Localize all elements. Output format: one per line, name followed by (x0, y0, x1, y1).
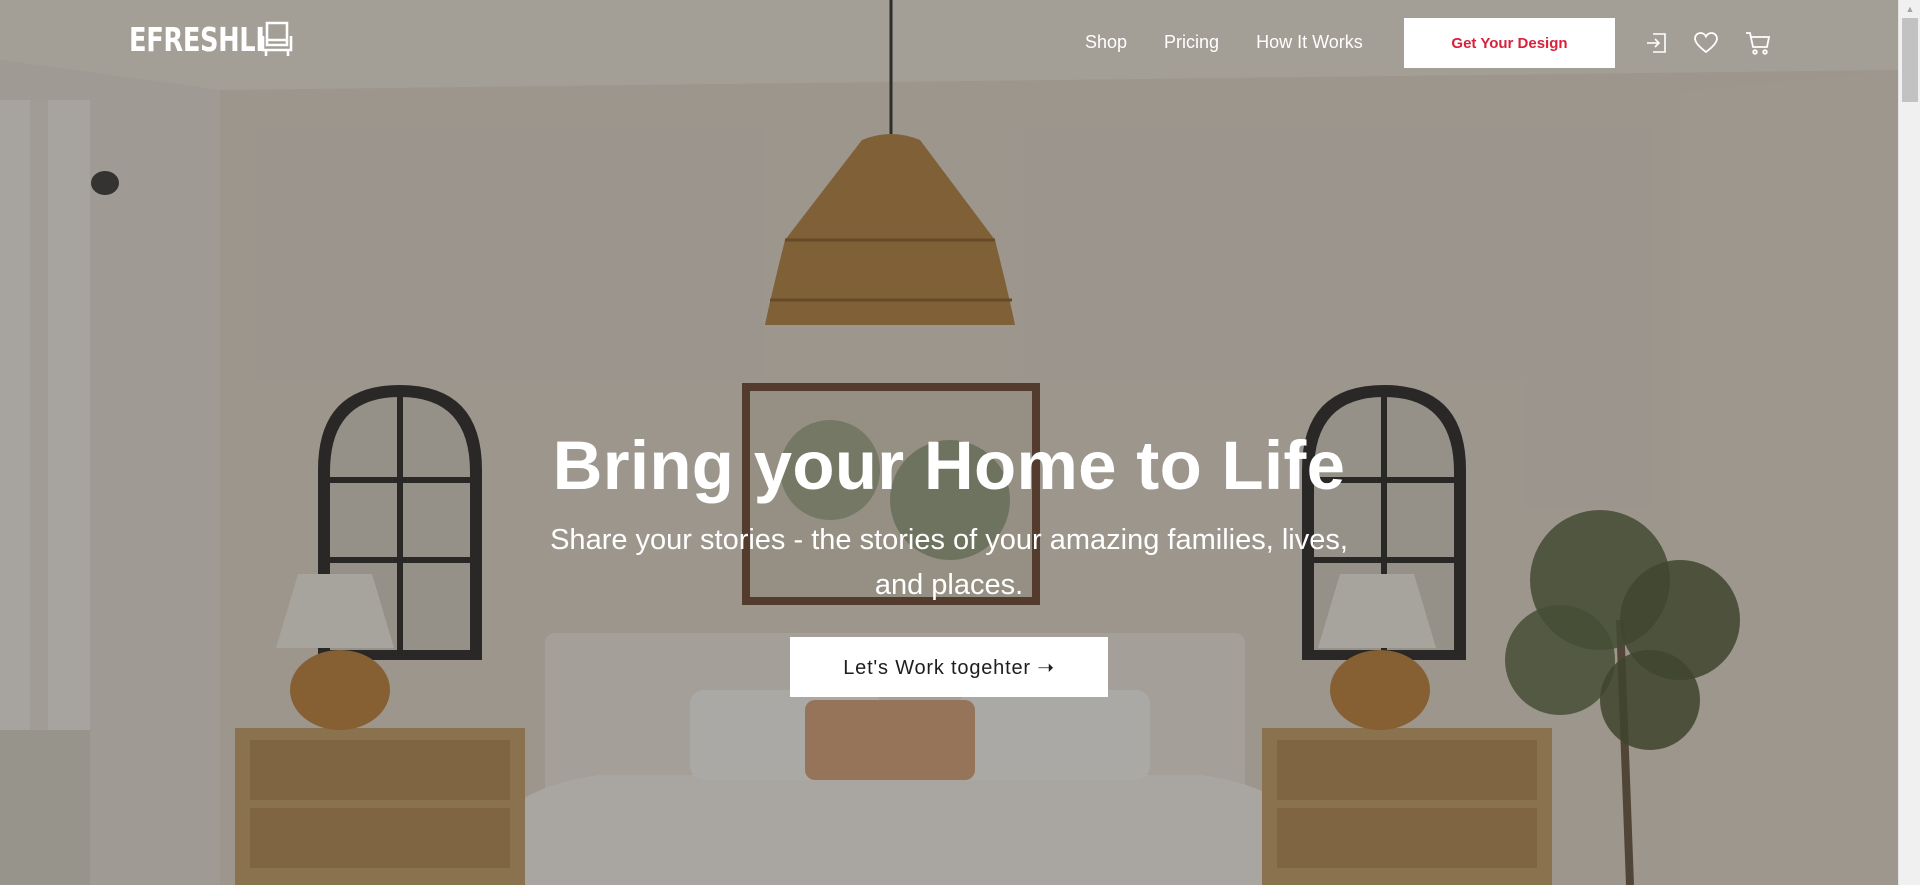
scroll-up-arrow-icon[interactable]: ▲ (1899, 0, 1920, 17)
hero-section: Bring your Home to Life Share your stori… (0, 0, 1898, 885)
lets-work-together-button[interactable]: Let's Work togehter ➝ (790, 637, 1108, 697)
hero-subtitle: Share your stories - the stories of your… (550, 524, 1348, 601)
hero-title: Bring your Home to Life (552, 427, 1346, 504)
page-scrollbar[interactable]: ▲ (1898, 0, 1920, 885)
scroll-thumb[interactable] (1902, 18, 1918, 102)
